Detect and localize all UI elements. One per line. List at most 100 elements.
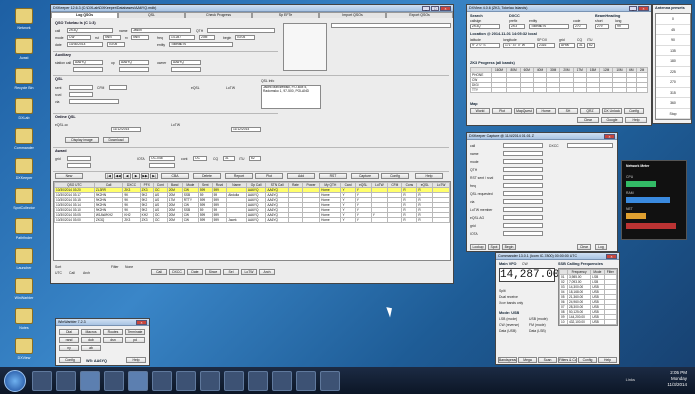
- dxkeeper-btn-help[interactable]: Help: [415, 173, 443, 179]
- mode-option[interactable]: Data (LSB): [529, 329, 546, 333]
- taskbar-app-dxkeeper[interactable]: [80, 370, 100, 391]
- ww-btn-ab[interactable]: ab: [81, 345, 101, 351]
- mode-option[interactable]: Data (USB): [499, 329, 516, 333]
- capture-call-field[interactable]: [503, 143, 543, 148]
- taskbar-app-winwarbler[interactable]: [176, 370, 196, 391]
- iota-field[interactable]: OC-048: [149, 156, 175, 161]
- spot-button[interactable]: Spot: [488, 244, 500, 250]
- commander-titlebar[interactable]: Commander 13.0.1 (Icom IC-7800) 00:00:00…: [496, 253, 619, 260]
- close-button[interactable]: ×: [604, 133, 615, 139]
- misc-field[interactable]: [331, 23, 451, 28]
- filter-btn-dxcc[interactable]: DXCC: [169, 269, 185, 275]
- tab-import-qsos[interactable]: Import QSOs: [319, 12, 386, 18]
- taskbar-app-dxview[interactable]: [104, 370, 124, 391]
- dxkeeper-btn-add[interactable]: Add: [287, 173, 315, 179]
- map-btn-dx-unlock[interactable]: DX Unlock: [602, 108, 622, 114]
- map-btn-qrz[interactable]: QRZ: [580, 108, 600, 114]
- entity-field[interactable]: Tokelau Is: [169, 42, 233, 47]
- filter-btn-arch[interactable]: Arch: [259, 269, 275, 275]
- azimuth-preset[interactable]: 90: [656, 35, 690, 46]
- capture-eqsl-field[interactable]: [503, 215, 543, 220]
- prefix-field[interactable]: ZK3: [509, 24, 525, 29]
- maximize-button[interactable]: □: [431, 5, 439, 11]
- owner-field[interactable]: AA6YQ: [171, 60, 201, 65]
- op-field[interactable]: AA6YQ: [119, 60, 149, 65]
- cfm-field[interactable]: [109, 85, 127, 90]
- sort-utc[interactable]: UTC: [55, 271, 62, 275]
- commander-btn-config[interactable]: Config: [578, 357, 597, 363]
- azimuth-preset[interactable]: 225: [656, 67, 690, 77]
- commander-btn-filters-controls[interactable]: Filters & Controls: [558, 357, 577, 363]
- dxkeeper-btn-delete[interactable]: Delete: [193, 173, 221, 179]
- qso-log-grid[interactable]: QSO UTC Call DXCC PFX Cont Band Mode Sent Rcvd Na…: [53, 181, 451, 261]
- capture-lotw-field[interactable]: [503, 207, 543, 212]
- station-call-field[interactable]: AA6YQ: [73, 60, 103, 65]
- taskbar-app-mail[interactable]: [320, 370, 340, 391]
- commander-btn-scan[interactable]: Scan: [538, 357, 557, 363]
- map-btn-world[interactable]: World: [470, 108, 490, 114]
- taskbar-clock[interactable]: 2:05 PM Monday 11/3/2014: [667, 370, 687, 388]
- map-btn-sh[interactable]: SH: [558, 108, 578, 114]
- capture-titlebar[interactable]: DXKeeper Capture @ 11/4/2014 01:01 Z ×: [467, 133, 617, 140]
- cont-field[interactable]: OC: [193, 156, 207, 161]
- qsl-info-field[interactable]: Jacek Marczewski, P.O.Box 5, Radomsko 1,…: [261, 85, 321, 109]
- mode-option[interactable]: FM (mode): [529, 323, 546, 327]
- dxkeeper-btn-config[interactable]: Config: [381, 173, 409, 179]
- capture-grid-field[interactable]: [503, 223, 543, 228]
- links-toolbar[interactable]: Links: [626, 377, 635, 382]
- tab-export-qsos[interactable]: Export QSOs: [386, 12, 453, 18]
- commander-btn-help[interactable]: Help: [598, 357, 617, 363]
- ww-btn-routes[interactable]: Routes: [103, 329, 123, 335]
- taskbar-app-launcher[interactable]: [224, 370, 244, 391]
- desktop-icon[interactable]: DXView: [4, 338, 44, 360]
- ww-btn-dub[interactable]: dub: [81, 337, 101, 343]
- minimize-button[interactable]: _: [629, 5, 637, 11]
- commander-btn-bandspread[interactable]: Bandspread: [498, 357, 517, 363]
- table-row[interactable]: 10/30/2014 03:00 ZK3Q ZK3 ZK3 OC 20M CW 599 599 J…: [54, 217, 450, 223]
- azimuth-preset[interactable]: Stop: [656, 109, 690, 119]
- filter-btn-date[interactable]: Date: [187, 269, 203, 275]
- name-field[interactable]: Jason: [131, 28, 191, 33]
- dual-receive-label[interactable]: Dual receive: [499, 295, 518, 299]
- capture-name-field[interactable]: [503, 151, 543, 156]
- capture-iota-field[interactable]: [503, 231, 543, 236]
- map-btn-plot[interactable]: Plot: [492, 108, 512, 114]
- capture-mode-field[interactable]: [503, 159, 543, 164]
- sort-call[interactable]: Call: [69, 271, 75, 275]
- nav-button[interactable]: ▶: [132, 173, 140, 179]
- dxkeeper-btn-rst[interactable]: RST: [319, 173, 347, 179]
- taskbar-app-browser[interactable]: [56, 370, 76, 391]
- nav-button[interactable]: |◀: [105, 173, 113, 179]
- aux-field-3[interactable]: [171, 67, 201, 72]
- ww-btn-rand[interactable]: rand: [59, 337, 79, 343]
- qth-field[interactable]: [207, 28, 275, 33]
- desktop-icon[interactable]: Notes: [4, 308, 44, 330]
- filter-btn-call[interactable]: Call: [151, 269, 167, 275]
- ww-config-button[interactable]: Config: [59, 357, 81, 363]
- clear-button[interactable]: Clear: [577, 244, 591, 250]
- azimuth-preset[interactable]: 45: [656, 25, 690, 35]
- begin-field[interactable]: 03:04: [235, 35, 255, 40]
- commander-btn-mega[interactable]: Mega: [518, 357, 537, 363]
- dxkeeper-btn-new[interactable]: New: [55, 173, 83, 179]
- mode-option[interactable]: USB (mode): [529, 317, 548, 321]
- azimuth-preset[interactable]: 0: [656, 14, 690, 25]
- dxview-btn-google[interactable]: Google: [601, 117, 623, 123]
- taskbar-app-commander[interactable]: [128, 370, 148, 391]
- xcvr-bands-label[interactable]: Xcvr bands only: [499, 301, 523, 305]
- desktop-icon[interactable]: Pathfinder: [4, 218, 44, 240]
- nav-button[interactable]: ▶▶: [141, 173, 149, 179]
- dxkeeper-btn-report[interactable]: Report: [225, 173, 253, 179]
- map-btn-config[interactable]: Config: [624, 108, 644, 114]
- rst-rcvd-field[interactable]: 5NN: [131, 35, 149, 40]
- lotw-date-field[interactable]: 11/12/2014: [231, 127, 261, 132]
- start-button[interactable]: [4, 369, 26, 392]
- desktop-icon[interactable]: Commander: [4, 128, 44, 150]
- capture-freq-field[interactable]: [503, 183, 543, 188]
- aux-field-2[interactable]: [119, 67, 149, 72]
- grid-field[interactable]: [67, 156, 91, 161]
- desktop-icon[interactable]: SpotCollector: [4, 188, 44, 210]
- map-btn-home[interactable]: Home: [536, 108, 556, 114]
- qsl-via-field[interactable]: [69, 99, 119, 104]
- desktop-icon[interactable]: Avast: [4, 38, 44, 60]
